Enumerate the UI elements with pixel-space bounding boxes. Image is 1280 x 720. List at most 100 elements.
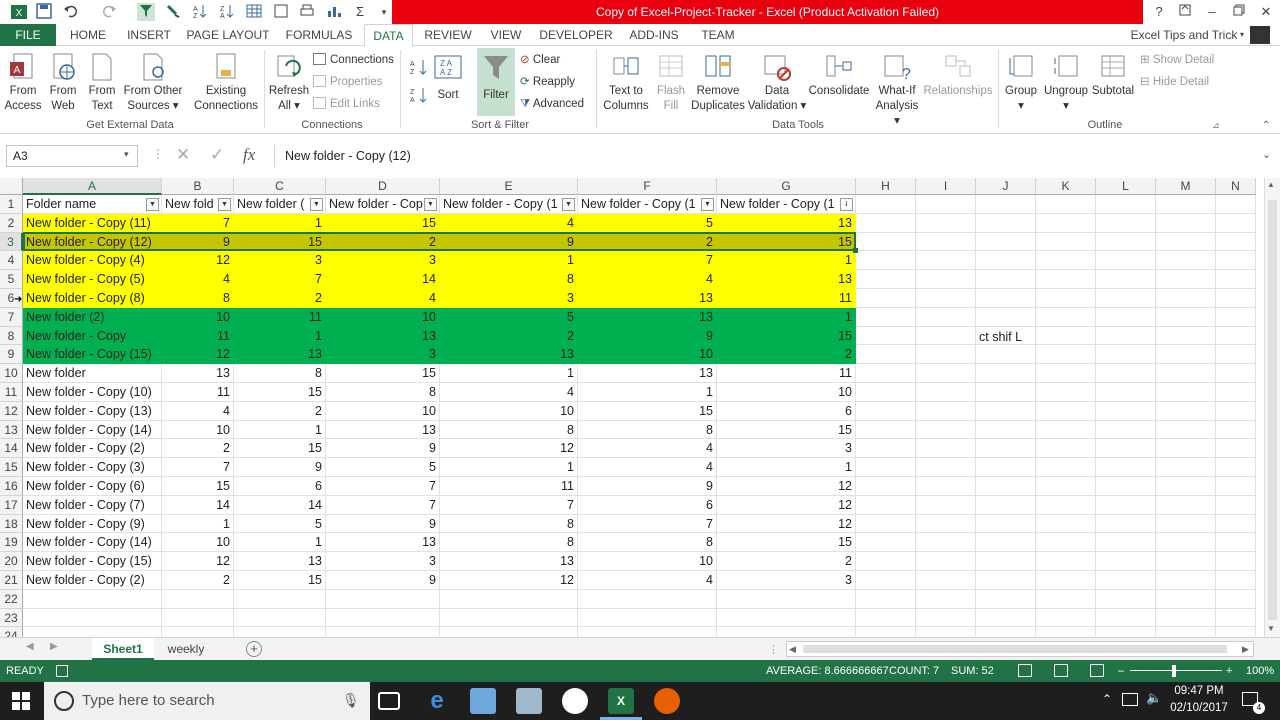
table-cell[interactable]: 10	[162, 307, 234, 327]
folder-name-cell[interactable]: New folder	[23, 364, 162, 383]
table-cell[interactable]: 1	[234, 326, 326, 346]
empty-cell[interactable]	[916, 458, 976, 477]
account-dropdown-icon[interactable]: ▾	[1240, 30, 1244, 39]
row-header[interactable]: 2	[0, 213, 23, 233]
empty-cell[interactable]	[856, 326, 916, 346]
from-web-button[interactable]: From Web	[44, 52, 82, 114]
empty-cell[interactable]	[856, 495, 916, 515]
folder-name-cell[interactable]: New folder - Copy (11)	[23, 213, 162, 233]
subtotal-button[interactable]: Subtotal	[1090, 52, 1136, 99]
help-icon[interactable]: ?	[1146, 0, 1172, 24]
table-cell[interactable]: 11	[234, 307, 326, 327]
empty-cell[interactable]	[856, 251, 916, 271]
table-cell[interactable]: 3	[717, 571, 856, 590]
column-header-l[interactable]: L	[1096, 178, 1156, 195]
filter-dropdown-icon[interactable]: ▼	[310, 198, 323, 211]
table-cell[interactable]: 11	[162, 326, 234, 346]
app-icon-2[interactable]	[516, 688, 542, 714]
text-to-columns-button[interactable]: Text to Columns	[600, 52, 652, 114]
vertical-scrollbar[interactable]: ▲ ▼	[1264, 178, 1280, 637]
column-header-k[interactable]: K	[1036, 178, 1096, 195]
tab-data[interactable]: DATA	[364, 24, 413, 47]
folder-name-cell[interactable]: New folder - Copy (13)	[23, 401, 162, 421]
zoom-level[interactable]: 100%	[1246, 660, 1274, 682]
empty-cell[interactable]	[440, 589, 578, 609]
column-header-f[interactable]: F	[578, 178, 717, 195]
table-cell[interactable]: 4	[440, 213, 578, 233]
empty-cell[interactable]	[1036, 232, 1096, 252]
empty-cell[interactable]	[916, 514, 976, 534]
row-header[interactable]: 4	[0, 251, 23, 271]
tab-review[interactable]: REVIEW	[420, 24, 476, 46]
table-cell[interactable]: 8	[440, 420, 578, 440]
empty-cell[interactable]	[916, 270, 976, 289]
undo-icon[interactable]	[62, 3, 80, 21]
empty-cell[interactable]	[916, 495, 976, 515]
empty-cell[interactable]	[856, 552, 916, 571]
empty-cell[interactable]	[1156, 477, 1216, 496]
empty-cell[interactable]	[1036, 589, 1096, 609]
empty-cell[interactable]	[856, 627, 916, 637]
empty-cell[interactable]	[1156, 364, 1216, 383]
empty-cell[interactable]	[1216, 495, 1256, 515]
page-layout-view-icon[interactable]	[1054, 664, 1068, 677]
table-cell[interactable]: 13	[326, 326, 440, 346]
sort-az-button[interactable]: AZ	[410, 58, 430, 81]
empty-cell[interactable]	[234, 627, 326, 637]
empty-cell[interactable]	[1216, 420, 1256, 440]
empty-cell[interactable]	[1096, 608, 1156, 628]
table-cell[interactable]: 1	[717, 307, 856, 327]
select-all-corner[interactable]	[0, 178, 23, 195]
close-icon[interactable]: ✕	[1253, 0, 1279, 24]
table-cell[interactable]: 3	[440, 289, 578, 308]
empty-cell[interactable]	[856, 571, 916, 590]
empty-cell[interactable]	[1216, 533, 1256, 553]
empty-cell[interactable]	[856, 420, 916, 440]
empty-cell[interactable]	[1096, 552, 1156, 571]
empty-cell[interactable]	[326, 589, 440, 609]
table-cell[interactable]: 7	[578, 514, 717, 534]
table-cell[interactable]: 15	[234, 232, 326, 252]
prev-sheet-icon[interactable]: ◀	[26, 641, 34, 652]
empty-cell[interactable]	[856, 458, 916, 477]
folder-name-cell[interactable]: New folder - Copy (4)	[23, 251, 162, 271]
zoom-out-icon[interactable]: –	[1118, 660, 1124, 682]
table-cell[interactable]: 15	[717, 326, 856, 346]
empty-cell[interactable]	[1096, 401, 1156, 421]
empty-cell[interactable]	[1156, 270, 1216, 289]
zoom-in-icon[interactable]: +	[1226, 660, 1232, 682]
insert-function-icon[interactable]: fx	[243, 145, 255, 165]
table-cell[interactable]: 15	[717, 420, 856, 440]
empty-cell[interactable]	[1216, 627, 1256, 637]
zoom-slider[interactable]	[1130, 670, 1222, 671]
table-cell[interactable]: 1	[234, 213, 326, 233]
folder-name-cell[interactable]: New folder - Copy (7)	[23, 495, 162, 515]
tab-add-ins[interactable]: ADD-INS	[624, 24, 684, 46]
row-header[interactable]: 18	[0, 514, 23, 534]
table-cell[interactable]: 8	[440, 270, 578, 289]
empty-cell[interactable]	[916, 383, 976, 402]
empty-cell[interactable]	[856, 533, 916, 553]
table-cell[interactable]: 9	[162, 232, 234, 252]
table-cell[interactable]: 4	[578, 458, 717, 477]
filter-dropdown-icon[interactable]: ▼	[424, 198, 437, 211]
empty-cell[interactable]	[1096, 458, 1156, 477]
empty-cell[interactable]	[976, 571, 1036, 590]
empty-cell[interactable]	[856, 270, 916, 289]
table-cell[interactable]: 4	[162, 401, 234, 421]
save-icon[interactable]	[35, 3, 53, 21]
new-sheet-icon[interactable]: +	[246, 641, 262, 657]
filter-dropdown-icon[interactable]: ▼	[562, 198, 575, 211]
empty-cell[interactable]	[1036, 251, 1096, 271]
collapse-ribbon-icon[interactable]: ⌃	[1262, 120, 1270, 131]
empty-cell[interactable]	[916, 589, 976, 609]
table-header-cell[interactable]: New folder - Cop	[326, 195, 440, 214]
microphone-icon[interactable]: 🎙	[342, 692, 360, 709]
empty-cell[interactable]	[976, 289, 1036, 308]
table-cell[interactable]: 14	[162, 495, 234, 515]
table-cell[interactable]: 1	[440, 458, 578, 477]
folder-name-cell[interactable]: New folder - Copy (14)	[23, 533, 162, 553]
empty-cell[interactable]	[1216, 326, 1256, 346]
column-header-h[interactable]: H	[856, 178, 916, 195]
row-header[interactable]: 7	[0, 307, 23, 327]
